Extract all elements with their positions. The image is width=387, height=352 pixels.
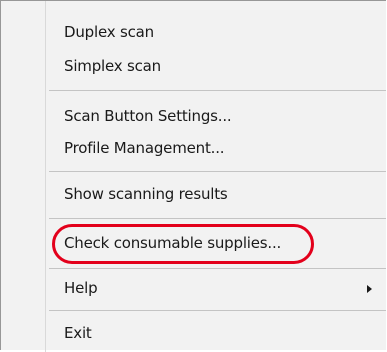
menu-separator [49, 171, 386, 172]
menu-separator [49, 218, 386, 219]
menu-separator [49, 268, 386, 269]
menu-item-profile-management[interactable]: Profile Management... [1, 132, 386, 166]
menu-item-label: Profile Management... [64, 139, 225, 157]
menu-item-scan-button-settings[interactable]: Scan Button Settings... [1, 100, 386, 134]
menu-item-label: Simplex scan [64, 57, 161, 75]
menu-item-help[interactable]: Help [1, 272, 386, 306]
menu-item-exit[interactable]: Exit [1, 317, 386, 351]
menu-item-label: Duplex scan [64, 23, 154, 41]
menu-item-show-scanning-results[interactable]: Show scanning results [1, 178, 386, 212]
menu-item-label: Scan Button Settings... [64, 107, 232, 125]
menu-item-label: Exit [64, 324, 92, 342]
menu-item-label: Show scanning results [64, 185, 228, 203]
menu-item-duplex-scan[interactable]: Duplex scan [1, 16, 386, 50]
highlight-circle [52, 224, 314, 264]
menu-item-label: Help [64, 279, 98, 297]
submenu-arrow-icon [367, 285, 372, 293]
menu-separator [49, 90, 386, 91]
menu-item-simplex-scan[interactable]: Simplex scan [1, 50, 386, 84]
context-menu: Duplex scan Simplex scan Scan Button Set… [0, 0, 386, 352]
menu-separator [49, 310, 386, 311]
